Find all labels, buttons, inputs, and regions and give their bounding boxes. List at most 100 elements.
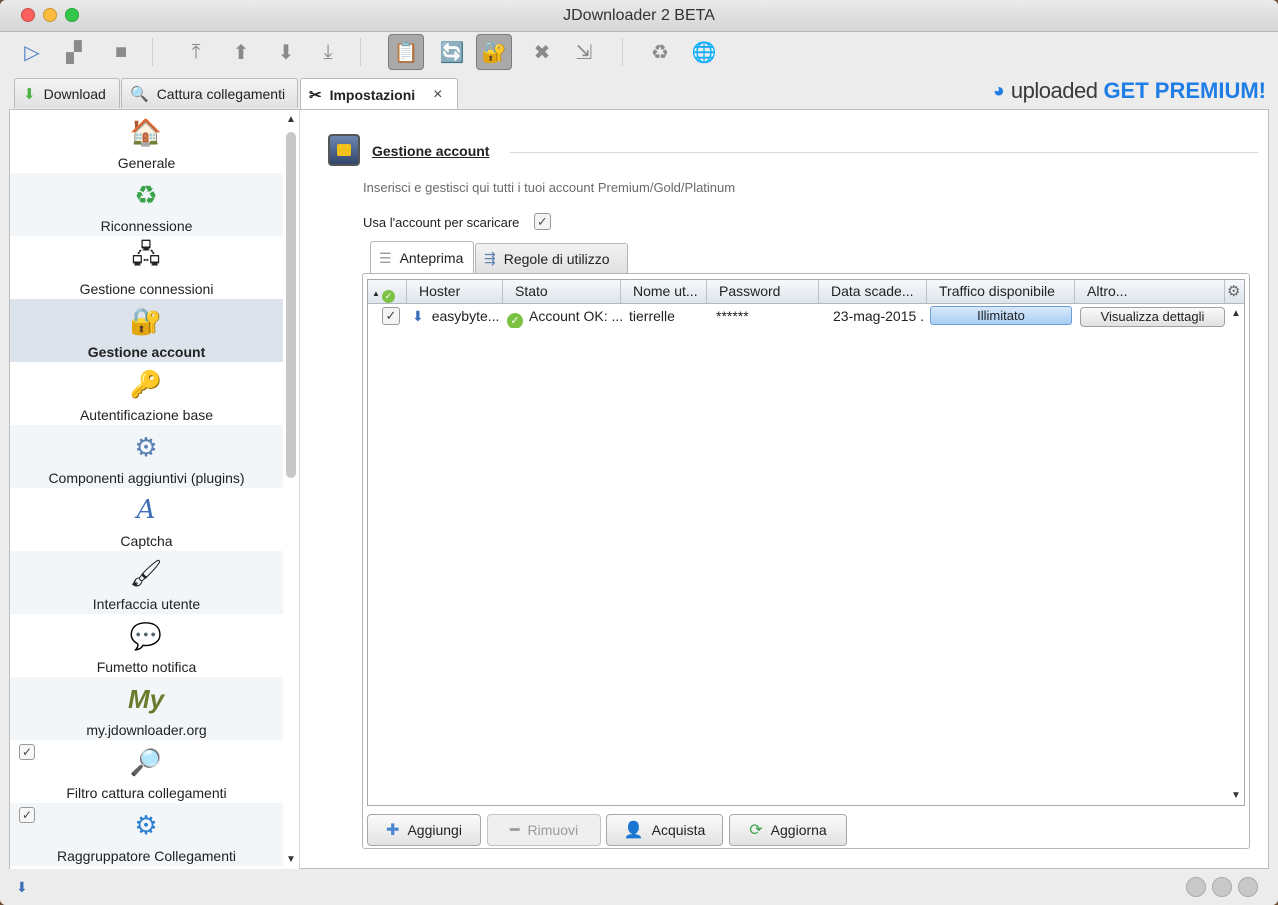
- hoster-cell: ⬇ easybyte...: [412, 308, 500, 324]
- filter-enabled-checkbox[interactable]: ✓: [19, 744, 35, 760]
- expiry-cell: 23-mag-2015 ...: [833, 308, 925, 324]
- maximize-window-button[interactable]: [65, 8, 79, 22]
- plugin-icon: ⚙: [134, 431, 158, 462]
- reconnect-now-icon[interactable]: ♻: [645, 37, 675, 67]
- play-icon[interactable]: ▷: [17, 37, 47, 67]
- accounts-table: ▲ ✓ Hoster Stato Nome ut... Password Data…: [367, 279, 1245, 806]
- sidebar-item-myjd[interactable]: My my.jdownloader.org: [10, 677, 283, 740]
- column-enabled[interactable]: ▲ ✓: [368, 280, 407, 303]
- sidebar-item-filtro[interactable]: ✓ 🔎 Filtro cattura collegamenti: [10, 740, 283, 803]
- account-manager: Gestione account Inserisci e gestisci qu…: [320, 110, 1266, 869]
- traffic-bar: Illimitato: [930, 306, 1072, 325]
- my-jd-icon: My: [127, 683, 165, 714]
- enabled-column-icon: ✓: [381, 290, 395, 303]
- buy-account-button[interactable]: 👤 Acquista: [606, 814, 723, 846]
- list-icon: ☰: [379, 249, 392, 266]
- tab-download[interactable]: ⬇ Download: [14, 78, 120, 108]
- use-account-checkbox[interactable]: ✓: [534, 213, 551, 230]
- close-window-button[interactable]: [21, 8, 35, 22]
- table-scroll-up-icon[interactable]: ▲: [1231, 308, 1241, 319]
- sidebar-item-fumetto[interactable]: 💬 Fumetto notifica: [10, 614, 283, 677]
- sidebar-item-connessioni[interactable]: 🖧 Gestione connessioni: [10, 236, 283, 299]
- account-icon: 🔐: [129, 305, 163, 336]
- move-up-icon[interactable]: ⬆: [226, 37, 256, 67]
- tab-link-grabber[interactable]: 🔍 Cattura collegamenti: [121, 78, 298, 108]
- uploaded-premium-banner[interactable]: ◕ uploaded GET PREMIUM!: [993, 78, 1266, 104]
- section-title: Gestione account: [372, 143, 490, 159]
- sidebar-item-interfaccia[interactable]: 🖌 Interfaccia utente: [10, 551, 283, 614]
- sidebar-item-captcha[interactable]: A Captcha: [10, 488, 283, 551]
- username-cell: tierrelle: [629, 308, 675, 324]
- column-status[interactable]: Stato: [503, 280, 621, 303]
- status-reconnect-icon[interactable]: [1186, 877, 1206, 897]
- network-icon: 🖧: [131, 239, 161, 269]
- captcha-icon: A: [136, 495, 156, 525]
- column-expiry[interactable]: Data scade...: [819, 280, 927, 303]
- home-icon: 🏠: [129, 116, 163, 147]
- scroll-up-icon[interactable]: ▲: [286, 114, 296, 125]
- paint-icon: 🖌: [129, 557, 163, 588]
- status-premium-icon[interactable]: [1238, 877, 1258, 897]
- status-bar: ⬇: [0, 870, 1278, 905]
- account-lock-icon: [328, 134, 360, 166]
- download-icon: ⬇: [23, 85, 36, 103]
- packagizer-enabled-checkbox[interactable]: ✓: [19, 807, 35, 823]
- row-enabled-checkbox[interactable]: ✓: [382, 307, 400, 325]
- tab-settings[interactable]: ✂ Impostazioni ×: [300, 78, 458, 110]
- bubble-icon: 💬: [129, 620, 163, 651]
- subtab-preview[interactable]: ☰ Anteprima: [370, 241, 474, 274]
- scroll-down-icon[interactable]: ▼: [286, 854, 296, 865]
- column-username[interactable]: Nome ut...: [621, 280, 707, 303]
- auto-reconnect-icon[interactable]: 🔄: [437, 37, 467, 67]
- use-account-label: Usa l'account per scaricare: [363, 215, 520, 230]
- remove-account-button[interactable]: ━ Rimuovi: [487, 814, 601, 846]
- view-details-button[interactable]: Visualizza dettagli: [1080, 307, 1225, 327]
- update-icon[interactable]: 🌐: [689, 37, 719, 67]
- link-grabber-icon: 🔍: [130, 85, 149, 103]
- column-password[interactable]: Password: [707, 280, 819, 303]
- stop-icon[interactable]: ■: [106, 37, 136, 67]
- sidebar-item-raggruppatore[interactable]: ✓ ⚙ Raggruppatore Collegamenti: [10, 803, 283, 866]
- table-scrollbar[interactable]: ▲ ▼: [1228, 304, 1244, 805]
- minimize-window-button[interactable]: [43, 8, 57, 22]
- table-row[interactable]: ✓ ⬇ easybyte... ✓ Account OK: ... tierrell…: [368, 304, 1228, 328]
- filter-icon: 🔎: [129, 746, 163, 777]
- sidebar-item-riconnessione[interactable]: ♻ Riconnessione: [10, 173, 283, 236]
- sidebar-item-plugins[interactable]: ⚙ Componenti aggiuntivi (plugins): [10, 425, 283, 488]
- sidebar-scroll-thumb[interactable]: [286, 132, 296, 478]
- column-other[interactable]: Altro...: [1075, 280, 1225, 303]
- subtab-usage-rules[interactable]: ⇶ Regole di utilizzo: [475, 243, 628, 273]
- section-divider: [510, 152, 1258, 153]
- pause-icon[interactable]: ▞: [59, 37, 89, 67]
- table-scroll-down-icon[interactable]: ▼: [1231, 790, 1241, 801]
- settings-sidebar: 🏠 Generale ♻ Riconnessione 🖧 Gestione co…: [10, 110, 300, 869]
- settings-panel: 🏠 Generale ♻ Riconnessione 🖧 Gestione co…: [9, 109, 1269, 869]
- table-header: ▲ ✓ Hoster Stato Nome ut... Password Data…: [368, 280, 1244, 304]
- remove-finished-icon[interactable]: ✖: [527, 37, 557, 67]
- main-tabs: ⬇ Download 🔍 Cattura collegamenti ✂ Impo…: [0, 76, 1278, 110]
- column-settings-gear-icon[interactable]: ⚙: [1225, 280, 1244, 303]
- title-bar: JDownloader 2 BETA: [0, 0, 1278, 32]
- key-user-icon: 🔑: [129, 368, 163, 399]
- move-down-icon[interactable]: ⬇: [271, 37, 301, 67]
- sidebar-item-autentificazione[interactable]: 🔑 Autentificazione base: [10, 362, 283, 425]
- move-bottom-icon[interactable]: ⤓: [313, 37, 343, 67]
- sidebar-item-generale[interactable]: 🏠 Generale: [10, 110, 283, 173]
- sidebar-scrollbar[interactable]: ▲ ▼: [283, 110, 299, 869]
- column-hoster[interactable]: Hoster: [407, 280, 503, 303]
- hoster-download-icon: ⬇: [412, 308, 424, 324]
- status-linkgrabber-icon[interactable]: [1212, 877, 1232, 897]
- clipboard-observer-icon[interactable]: 📋: [388, 34, 424, 70]
- stop-after-icon[interactable]: ⇲: [569, 37, 599, 67]
- refresh-accounts-button[interactable]: ⟳ Aggiorna: [729, 814, 847, 846]
- column-traffic[interactable]: Traffico disponibile: [927, 280, 1075, 303]
- move-top-icon[interactable]: ⤒: [181, 37, 211, 67]
- password-cell: ******: [716, 308, 749, 324]
- close-tab-icon[interactable]: ×: [433, 86, 442, 104]
- preview-panel: ▲ ✓ Hoster Stato Nome ut... Password Data…: [362, 273, 1250, 849]
- add-account-button[interactable]: ✚ Aggiungi: [367, 814, 481, 846]
- reconnect-icon: ♻: [134, 179, 158, 210]
- status-download-icon[interactable]: ⬇: [16, 879, 28, 896]
- sidebar-item-account[interactable]: 🔐 Gestione account: [10, 299, 283, 362]
- premium-toggle-icon[interactable]: 🔐: [476, 34, 512, 70]
